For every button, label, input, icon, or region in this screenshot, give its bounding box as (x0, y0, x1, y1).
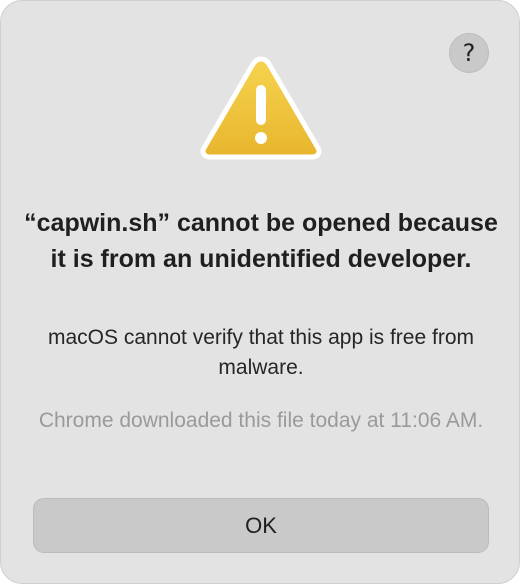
download-note: Chrome downloaded this file today at 11:… (38, 409, 484, 432)
dialog-title: “capwin.sh” cannot be opened because it … (24, 209, 498, 273)
help-button[interactable]: ? (449, 33, 489, 73)
ok-button[interactable]: OK (33, 498, 489, 553)
dialog-message: macOS cannot verify that this app is fre… (47, 326, 474, 379)
warning-triangle-icon (200, 56, 322, 160)
alert-dialog: ? “capwin.sh” cannot be opened because i… (0, 0, 520, 584)
